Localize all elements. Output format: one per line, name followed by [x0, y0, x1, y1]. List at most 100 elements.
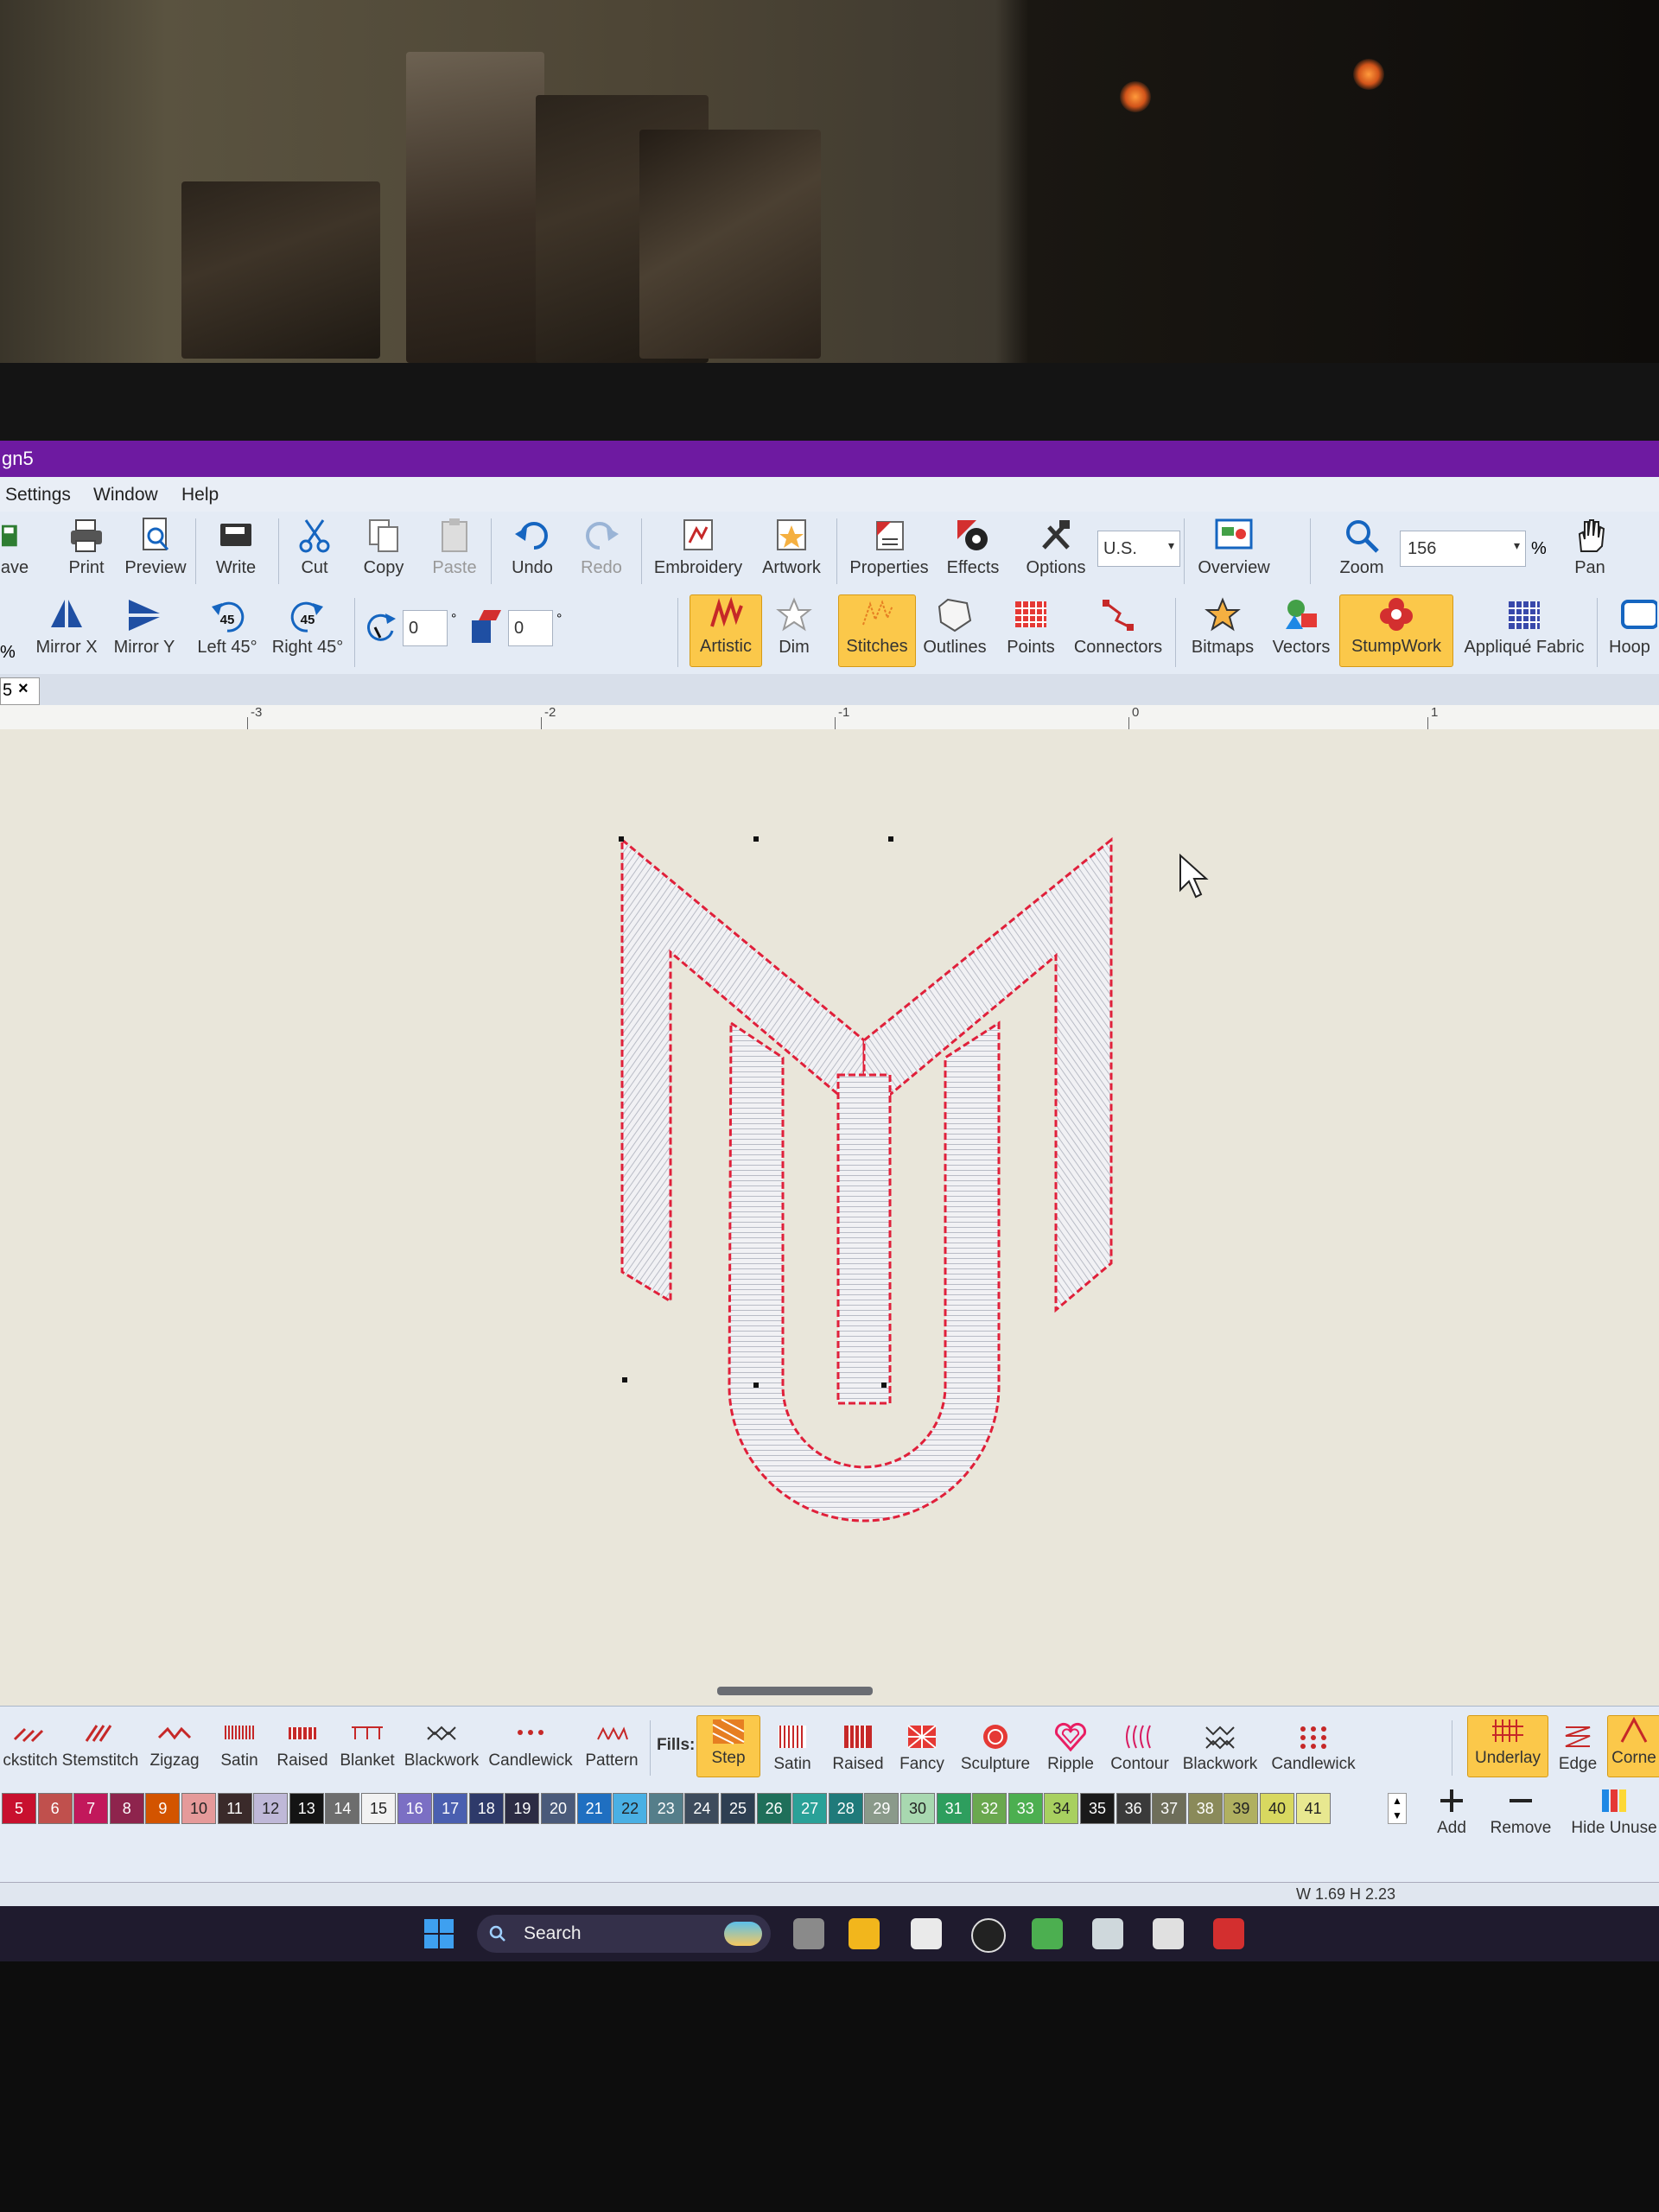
color-swatch[interactable]: 13 [289, 1793, 324, 1824]
print-button[interactable]: Print [62, 517, 111, 578]
points-button[interactable]: Points [1001, 596, 1061, 658]
hide-unused-button[interactable]: Hide Unuse [1569, 1786, 1659, 1838]
add-color-button[interactable]: Add [1426, 1786, 1478, 1838]
stumpwork-view-button[interactable]: StumpWork [1339, 594, 1453, 667]
color-swatch[interactable]: 32 [972, 1793, 1007, 1824]
stitches-view-button[interactable]: Stitches [838, 594, 916, 667]
color-swatch[interactable]: 8 [109, 1793, 144, 1824]
menu-settings[interactable]: Settings [5, 485, 71, 505]
options-button[interactable]: Options [1020, 517, 1092, 578]
pan-button[interactable]: Pan [1555, 517, 1624, 578]
remove-color-button[interactable]: Remove [1486, 1786, 1555, 1838]
color-swatch[interactable]: 6 [37, 1793, 73, 1824]
rotation-angle-input[interactable]: 0 [403, 610, 448, 646]
color-swatch[interactable]: 23 [648, 1793, 683, 1824]
bitmaps-button[interactable]: Bitmaps [1184, 596, 1262, 658]
connectors-button[interactable]: Connectors [1068, 596, 1168, 658]
edge-toggle[interactable]: Edge [1552, 1722, 1604, 1774]
design-canvas[interactable] [0, 729, 1659, 1706]
applique-fabric-button[interactable]: Appliqué Fabric [1457, 596, 1592, 658]
color-swatch[interactable]: 11 [217, 1793, 252, 1824]
color-swatch[interactable]: 27 [792, 1793, 828, 1824]
line-candlewick[interactable]: Candlewick [486, 1719, 575, 1770]
color-swatch[interactable]: 31 [936, 1793, 971, 1824]
color-swatch[interactable]: 12 [253, 1793, 289, 1824]
color-swatch[interactable]: 29 [864, 1793, 899, 1824]
fill-raised[interactable]: Raised [828, 1722, 888, 1774]
color-swatch[interactable]: 20 [541, 1793, 575, 1824]
color-swatch[interactable]: 7 [73, 1793, 109, 1824]
units-select[interactable]: U.S. ▾ [1097, 531, 1180, 567]
corner-toggle[interactable]: Corne [1607, 1715, 1659, 1777]
mirror-y-button[interactable]: Mirror Y [107, 596, 181, 658]
color-swatch[interactable]: 28 [828, 1793, 863, 1824]
outlines-button[interactable]: Outlines [918, 596, 992, 658]
color-swatch[interactable]: 41 [1295, 1793, 1331, 1824]
color-swatch[interactable]: 37 [1152, 1793, 1187, 1824]
close-icon[interactable]: × [18, 679, 29, 699]
dim-button[interactable]: Dim [766, 596, 823, 658]
snipping-tool-icon[interactable] [1153, 1918, 1184, 1949]
line-backstitch[interactable]: ckstitch [0, 1719, 60, 1770]
rotate-right-45-button[interactable]: 45 Right 45° [268, 596, 347, 658]
color-swatch[interactable]: 19 [505, 1793, 540, 1824]
preview-button[interactable]: Preview [124, 517, 187, 578]
line-blackwork[interactable]: Blackwork [403, 1719, 480, 1770]
horizontal-scrollbar-thumb[interactable] [717, 1687, 873, 1695]
artistic-view-button[interactable]: Artistic [690, 594, 762, 667]
color-swatch[interactable]: 35 [1080, 1793, 1115, 1824]
color-swatch[interactable]: 40 [1260, 1793, 1294, 1824]
menu-window[interactable]: Window [93, 485, 158, 505]
cut-button[interactable]: Cut [289, 517, 340, 578]
file-explorer-icon[interactable] [849, 1918, 880, 1949]
line-pattern[interactable]: Pattern [581, 1719, 643, 1770]
underlay-toggle[interactable]: Underlay [1467, 1715, 1548, 1777]
fill-candlewick[interactable]: Candlewick [1265, 1722, 1362, 1774]
rotate-left-45-button[interactable]: 45 Left 45° [192, 596, 263, 658]
menu-help[interactable]: Help [181, 485, 219, 505]
color-swatch[interactable]: 5 [2, 1793, 36, 1824]
color-swatch[interactable]: 16 [397, 1793, 432, 1824]
color-swatch[interactable]: 25 [721, 1793, 755, 1824]
effects-button[interactable]: Effects [942, 517, 1004, 578]
embroidery-button[interactable]: Embroidery [650, 517, 747, 578]
color-swatch[interactable]: 17 [433, 1793, 468, 1824]
fill-satin[interactable]: Satin [762, 1722, 823, 1774]
redo-button[interactable]: Redo [570, 517, 632, 578]
color-swatch[interactable]: 36 [1116, 1793, 1151, 1824]
undo-button[interactable]: Undo [501, 517, 563, 578]
color-swatch[interactable]: 22 [613, 1793, 648, 1824]
color-swatch[interactable]: 21 [576, 1793, 612, 1824]
line-zigzag[interactable]: Zigzag [143, 1719, 206, 1770]
fill-ripple[interactable]: Ripple [1040, 1722, 1101, 1774]
color-swatch[interactable]: 9 [145, 1793, 181, 1824]
line-satin[interactable]: Satin [211, 1719, 268, 1770]
windows-start-icon[interactable] [423, 1918, 454, 1949]
slant-angle-input[interactable]: 0 [508, 610, 553, 646]
store-icon[interactable] [911, 1918, 942, 1949]
fill-contour[interactable]: Contour [1104, 1722, 1175, 1774]
paste-button[interactable]: Paste [427, 517, 482, 578]
vectors-button[interactable]: Vectors [1268, 596, 1334, 658]
taskbar-search[interactable]: Search [477, 1915, 771, 1953]
fill-step[interactable]: Step [696, 1715, 760, 1777]
overview-button[interactable]: Overview [1191, 517, 1277, 578]
embroidery-app-icon[interactable] [1213, 1918, 1244, 1949]
copy-button[interactable]: Copy [356, 517, 411, 578]
app-icon[interactable] [1092, 1918, 1123, 1949]
fill-blackwork[interactable]: Blackwork [1179, 1722, 1262, 1774]
color-swatch[interactable]: 26 [756, 1793, 791, 1824]
fill-sculpture[interactable]: Sculpture [954, 1722, 1037, 1774]
line-raised[interactable]: Raised [273, 1719, 332, 1770]
save-button[interactable]: ave [0, 517, 29, 578]
line-blanket[interactable]: Blanket [337, 1719, 397, 1770]
color-swatch[interactable]: 39 [1224, 1793, 1259, 1824]
color-swatch[interactable]: 15 [361, 1793, 396, 1824]
mirror-x-button[interactable]: Mirror X [29, 596, 104, 658]
color-swatch[interactable]: 14 [325, 1793, 360, 1824]
task-view-icon[interactable] [793, 1918, 824, 1949]
color-swatch[interactable]: 30 [900, 1793, 935, 1824]
write-button[interactable]: Write [207, 517, 264, 578]
photos-app-icon[interactable] [1032, 1918, 1063, 1949]
properties-button[interactable]: Properties [845, 517, 933, 578]
